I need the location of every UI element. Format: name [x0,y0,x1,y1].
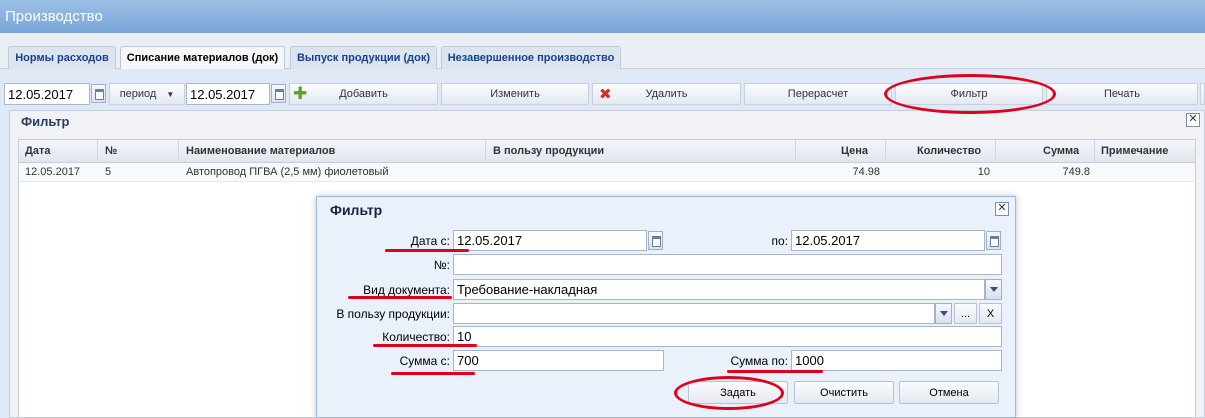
num-label: №: [433,258,450,272]
window-title-bar: Производство [0,0,1205,33]
window-title: Производство [5,8,103,25]
col-header-num[interactable]: № [105,145,117,157]
tab-materials-writeoff[interactable]: Списание материалов (док) [120,46,285,69]
col-header-product[interactable]: В пользу продукции [493,145,604,157]
calendar-icon[interactable] [271,84,286,103]
chevron-down-icon[interactable] [985,279,1002,300]
toolbar-overflow[interactable] [1200,83,1205,105]
cell-price: 74.98 [852,166,880,178]
clear-button[interactable]: Очистить [794,381,894,404]
ellipsis-button[interactable]: ... [954,303,977,324]
doctype-select[interactable]: Требование-накладная [453,279,985,300]
dropdown-arrow-icon: ▼ [166,89,175,99]
col-header-note[interactable]: Примечание [1101,145,1168,157]
annotation-underline [385,249,469,252]
num-input[interactable] [453,254,1002,275]
dialog-date-from-input[interactable]: 12.05.2017 [453,230,647,251]
sum-to-input[interactable]: 1000 [791,350,1002,371]
tab-product-output[interactable]: Выпуск продукции (док) [290,46,437,69]
clear-product-button[interactable]: X [979,303,1002,324]
col-header-date[interactable]: Дата [25,145,50,157]
chevron-down-icon[interactable] [935,303,952,324]
col-header-price[interactable]: Цена [841,145,868,157]
product-label: В пользу продукции: [336,307,450,321]
edit-button[interactable]: Изменить [441,83,589,105]
cancel-button[interactable]: Отмена [899,381,999,404]
sum-to-label: Сумма по: [730,354,788,368]
recalc-button[interactable]: Перерасчет [744,83,892,105]
doctype-label: Вид документа: [363,283,450,297]
date-to-input[interactable]: 12.05.2017 [186,83,270,105]
grid-header: Дата № Наименование материалов В пользу … [19,140,1195,163]
calendar-icon[interactable] [91,84,106,103]
col-header-sum[interactable]: Сумма [1043,145,1079,157]
table-row[interactable]: 12.05.2017 5 Автопровод ПГВА (2,5 мм) фи… [19,163,1195,182]
sum-from-input[interactable]: 700 [453,350,664,371]
date-to-label: по: [771,234,788,248]
cell-num: 5 [105,166,112,178]
cell-sum: 749.8 [1062,166,1090,178]
col-header-material[interactable]: Наименование материалов [186,145,335,157]
product-select[interactable] [453,303,935,324]
print-button[interactable]: Печать [1046,83,1198,105]
delete-x-icon: ✖ [599,86,612,103]
tab-strip: Нормы расходов Списание материалов (док)… [0,33,1205,69]
annotation-underline [348,296,452,299]
calendar-icon[interactable] [986,231,1001,250]
dialog-close-icon[interactable]: ✕ [995,202,1009,216]
period-dropdown[interactable]: период ▼ [109,83,185,105]
panel-title: Фильтр [21,114,70,129]
calendar-icon[interactable] [648,231,663,250]
tab-wip[interactable]: Незавершенное производство [441,46,621,69]
add-button[interactable]: ✚ Добавить [289,83,438,105]
sum-from-label: Сумма с: [399,354,450,368]
close-icon[interactable]: ✕ [1186,113,1200,127]
annotation-ellipse [884,74,1056,114]
dialog-title: Фильтр [330,202,383,218]
cell-date: 12.05.2017 [25,166,81,178]
qty-input[interactable]: 10 [453,326,1002,347]
qty-label: Количество: [382,330,450,344]
dialog-date-to-input[interactable]: 12.05.2017 [791,230,985,251]
annotation-underline [373,344,477,347]
date-from-label: Дата с: [410,234,450,248]
col-header-qty[interactable]: Количество [917,145,981,157]
annotation-underline [727,370,823,373]
tab-norms[interactable]: Нормы расходов [8,46,116,69]
delete-button[interactable]: ✖ Удалить [592,83,741,105]
date-from-input[interactable]: 12.05.2017 [4,83,90,105]
plus-icon: ✚ [293,84,308,103]
cell-qty: 10 [977,166,990,178]
annotation-underline [391,372,475,375]
annotation-ellipse [674,376,784,410]
cell-material: Автопровод ПГВА (2,5 мм) фиолетовый [186,166,389,178]
